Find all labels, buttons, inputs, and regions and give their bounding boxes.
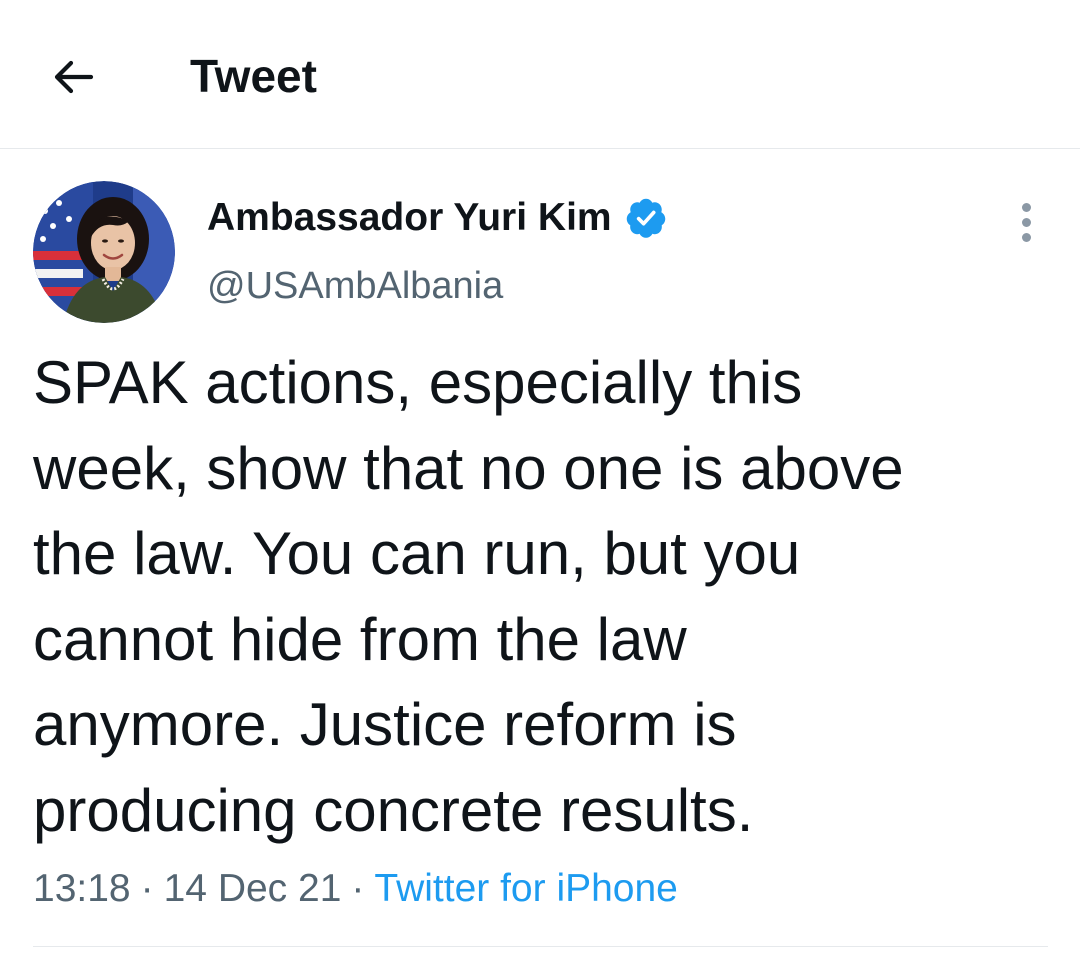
display-name[interactable]: Ambassador Yuri Kim (207, 193, 612, 243)
tweet-text: SPAK actions, especially this week, show… (33, 340, 1033, 853)
avatar[interactable] (33, 181, 175, 323)
tweet-text-line: the law. You can run, but you (33, 520, 801, 587)
tweet-text-line: anymore. Justice reform is (33, 691, 737, 758)
page-title: Tweet (190, 50, 317, 102)
tweet-text-line: week, show that no one is above (33, 434, 904, 502)
more-vertical-icon (1021, 200, 1031, 245)
tweet-text-line: producing concrete results. (33, 776, 754, 844)
tweet-source-link[interactable]: Twitter for iPhone (374, 867, 677, 910)
author-handle[interactable]: @USAmbAlbania (207, 262, 503, 310)
more-options-button[interactable] (1004, 200, 1048, 244)
tweet-date[interactable]: 14 Dec 21 (164, 867, 342, 910)
tweet-text-line: cannot hide from the law (33, 605, 687, 673)
verified-badge-icon (624, 196, 668, 240)
tweet-detail-screen: Tweet Ambassador Yuri Kim @USAmbAlbania … (0, 0, 1080, 960)
tweet-text-line: SPAK actions, especially this (33, 349, 803, 416)
divider (33, 946, 1048, 947)
meta-separator: · (140, 867, 154, 910)
top-bar: Tweet (0, 0, 1080, 149)
tweet-time[interactable]: 13:18 (33, 867, 131, 910)
tweet-meta: 13:18 · 14 Dec 21 · Twitter for iPhone (33, 864, 678, 914)
arrow-left-icon (54, 60, 94, 94)
avatar-photo (33, 181, 175, 323)
meta-separator: · (351, 867, 365, 910)
back-button[interactable] (40, 44, 106, 110)
author-name-row[interactable]: Ambassador Yuri Kim (207, 193, 668, 243)
